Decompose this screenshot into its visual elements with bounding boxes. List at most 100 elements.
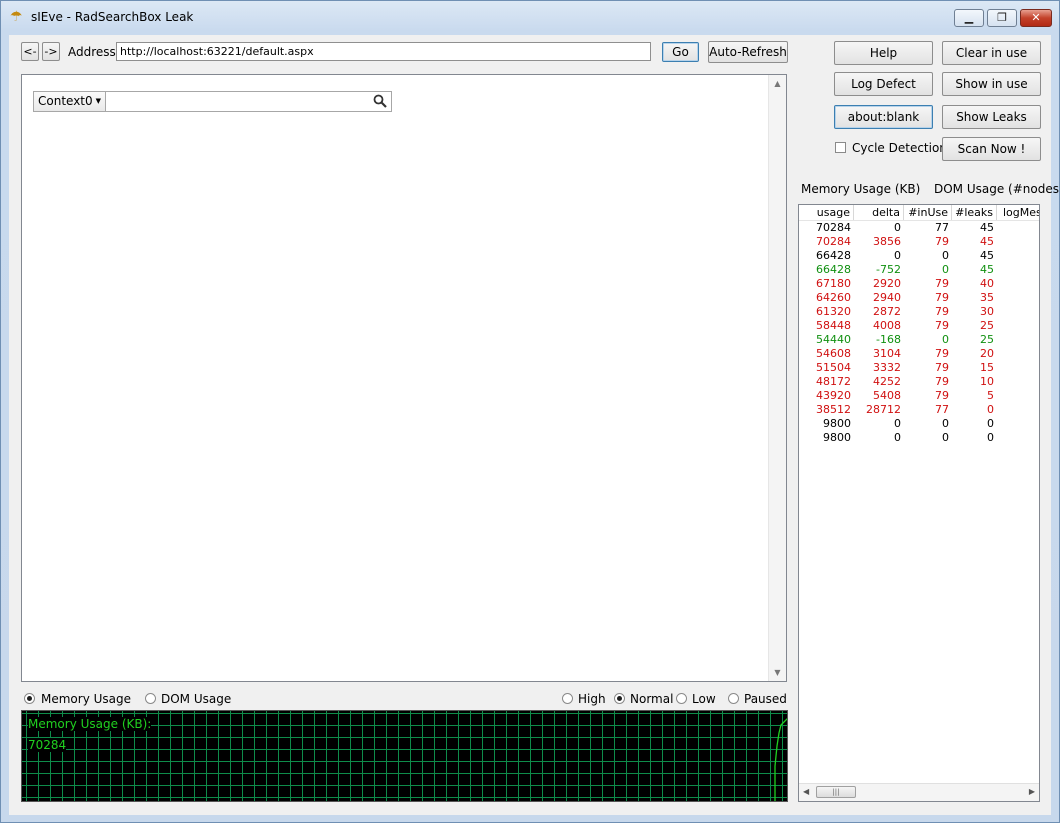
memory-usage-radio-label: Memory Usage (41, 692, 132, 706)
table-row[interactable]: 48172 4252 79 10 (799, 375, 1039, 389)
cell-delta: 28712 (866, 403, 901, 416)
cell-inuse: 79 (935, 235, 949, 248)
cell-leaks: 25 (980, 333, 994, 346)
cell-usage: 58448 (816, 319, 851, 332)
cell-inuse: 79 (935, 319, 949, 332)
table-row[interactable]: 54608 3104 79 20 (799, 347, 1039, 361)
cell-delta: 5408 (873, 389, 901, 402)
cell-usage: 67180 (816, 277, 851, 290)
help-button[interactable]: Help (834, 41, 933, 65)
scroll-up-icon[interactable]: ▲ (769, 75, 786, 92)
rad-search-box[interactable]: Context0 ▼ (33, 91, 392, 112)
table-row[interactable]: 54440 -168 0 25 (799, 333, 1039, 347)
browser-view[interactable]: Context0 ▼ ▲ ▼ (21, 74, 787, 682)
log-defect-button[interactable]: Log Defect (834, 72, 933, 96)
column-header-usage[interactable]: usage (799, 205, 854, 220)
cell-delta: 3332 (873, 361, 901, 374)
table-row[interactable]: 9800 0 0 0 (799, 417, 1039, 431)
dom-usage-heading: DOM Usage (#nodes) (934, 182, 1060, 196)
speed-high-radio[interactable] (562, 693, 573, 704)
cell-leaks: 35 (980, 291, 994, 304)
cell-inuse: 79 (935, 291, 949, 304)
cell-inuse: 79 (935, 305, 949, 318)
back-button[interactable]: <- (21, 42, 39, 61)
speed-normal-label: Normal (630, 692, 674, 706)
scroll-left-icon[interactable]: ◀ (803, 787, 809, 796)
cell-usage: 70284 (816, 235, 851, 248)
go-button[interactable]: Go (662, 42, 699, 62)
title-bar[interactable]: ☂ sIEve - RadSearchBox Leak ▁ ❐ ✕ (1, 1, 1059, 35)
usage-list[interactable]: usage delta #inUse #leaks logMes 70284 0 7… (798, 204, 1040, 802)
table-row[interactable]: 66428 -752 0 45 (799, 263, 1039, 277)
chevron-down-icon: ▼ (95, 97, 101, 105)
cell-leaks: 15 (980, 361, 994, 374)
cell-inuse: 0 (942, 431, 949, 444)
auto-refresh-button[interactable]: Auto-Refresh (708, 41, 788, 63)
cell-inuse: 0 (942, 333, 949, 346)
show-in-use-button[interactable]: Show in use (942, 72, 1041, 96)
cell-leaks: 25 (980, 319, 994, 332)
table-row[interactable]: 70284 0 77 45 (799, 221, 1039, 235)
restore-button[interactable]: ❐ (987, 9, 1017, 27)
window-title: sIEve - RadSearchBox Leak (31, 10, 194, 24)
address-input[interactable]: http://localhost:63221/default.aspx (116, 42, 651, 61)
close-button[interactable]: ✕ (1020, 9, 1052, 27)
cell-delta: -752 (876, 263, 901, 276)
cell-leaks: 0 (987, 403, 994, 416)
table-row[interactable]: 43920 5408 79 5 (799, 389, 1039, 403)
table-row[interactable]: 38512 28712 77 0 (799, 403, 1039, 417)
cell-inuse: 0 (942, 263, 949, 276)
speed-high-label: High (578, 692, 606, 706)
memory-usage-radio[interactable] (24, 693, 35, 704)
scroll-thumb[interactable]: ||| (816, 786, 856, 798)
cell-usage: 48172 (816, 375, 851, 388)
table-row[interactable]: 64260 2940 79 35 (799, 291, 1039, 305)
show-leaks-button[interactable]: Show Leaks (942, 105, 1041, 129)
browser-scrollbar[interactable]: ▲ ▼ (768, 75, 786, 681)
cell-delta: -168 (876, 333, 901, 346)
cell-delta: 2940 (873, 291, 901, 304)
horizontal-scrollbar[interactable]: ◀ ||| ▶ (799, 783, 1039, 801)
scroll-down-icon[interactable]: ▼ (769, 664, 786, 681)
dom-usage-radio[interactable] (145, 693, 156, 704)
forward-button[interactable]: -> (42, 42, 60, 61)
about-blank-button[interactable]: about:blank (834, 105, 933, 129)
table-row[interactable]: 9800 0 0 0 (799, 431, 1039, 445)
speed-low-label: Low (692, 692, 716, 706)
speed-normal-radio[interactable] (614, 693, 625, 704)
address-label: Address: (68, 45, 120, 59)
column-header-delta[interactable]: delta (854, 205, 904, 220)
column-header-logmessage[interactable]: logMes (997, 205, 1039, 220)
clear-in-use-button[interactable]: Clear in use (942, 41, 1041, 65)
cell-leaks: 40 (980, 277, 994, 290)
column-header-inuse[interactable]: #inUse (904, 205, 952, 220)
table-row[interactable]: 66428 0 0 45 (799, 249, 1039, 263)
cell-usage: 38512 (816, 403, 851, 416)
cell-leaks: 45 (980, 263, 994, 276)
scan-now-button[interactable]: Scan Now ! (942, 137, 1041, 161)
search-icon[interactable] (373, 94, 387, 108)
cell-usage: 54440 (816, 333, 851, 346)
cell-delta: 0 (894, 221, 901, 234)
table-row[interactable]: 51504 3332 79 15 (799, 361, 1039, 375)
minimize-button[interactable]: ▁ (954, 9, 984, 27)
memory-graph: Memory Usage (KB): 70284 (21, 710, 788, 802)
table-row[interactable]: 70284 3856 79 45 (799, 235, 1039, 249)
cell-leaks: 30 (980, 305, 994, 318)
column-header-leaks[interactable]: #leaks (952, 205, 997, 220)
scroll-right-icon[interactable]: ▶ (1029, 787, 1035, 796)
cell-leaks: 10 (980, 375, 994, 388)
cell-inuse: 79 (935, 277, 949, 290)
cell-usage: 54608 (816, 347, 851, 360)
table-row[interactable]: 61320 2872 79 30 (799, 305, 1039, 319)
cell-delta: 0 (894, 417, 901, 430)
cycle-detection-checkbox[interactable] (835, 142, 846, 153)
cell-delta: 0 (894, 431, 901, 444)
cell-leaks: 45 (980, 249, 994, 262)
context-dropdown[interactable]: Context0 ▼ (34, 92, 106, 111)
table-row[interactable]: 58448 4008 79 25 (799, 319, 1039, 333)
speed-paused-radio[interactable] (728, 693, 739, 704)
cell-inuse: 0 (942, 417, 949, 430)
speed-low-radio[interactable] (676, 693, 687, 704)
table-row[interactable]: 67180 2920 79 40 (799, 277, 1039, 291)
